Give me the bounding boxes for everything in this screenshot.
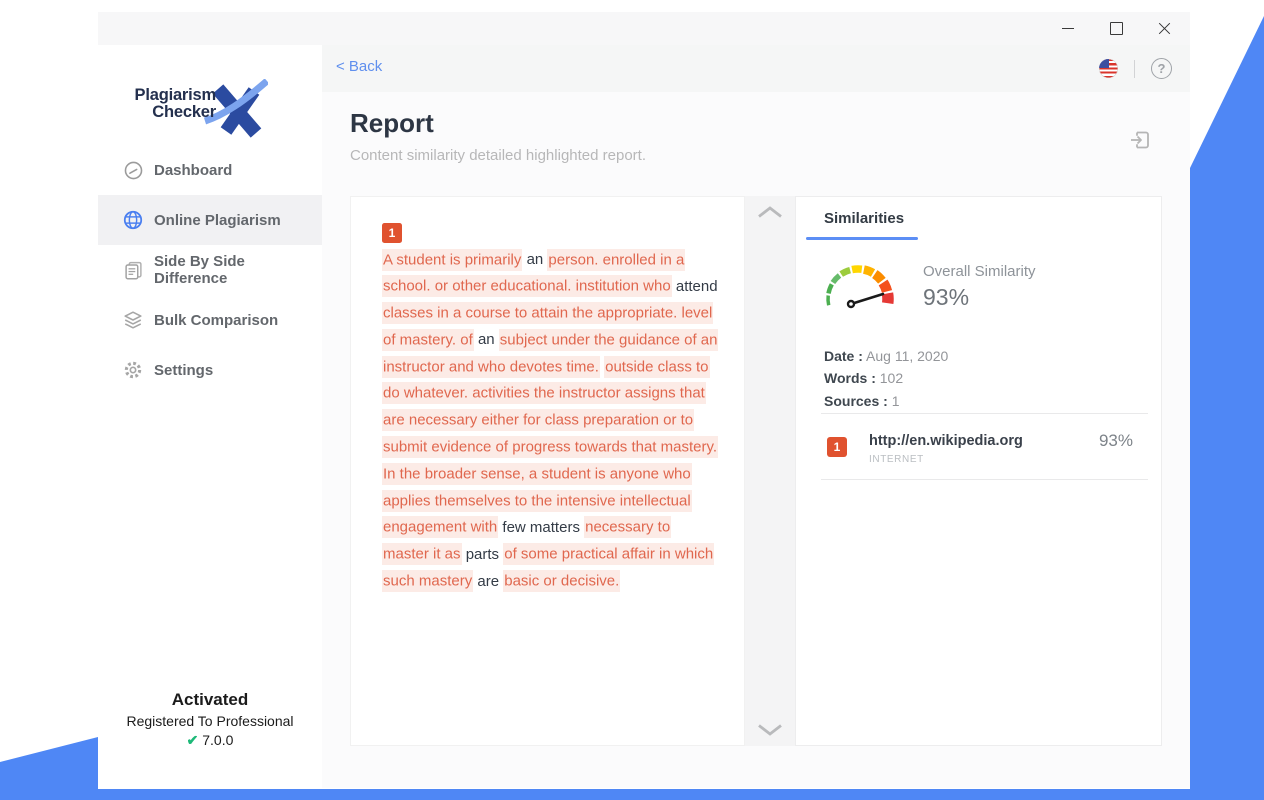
check-icon: ✔ [186, 732, 199, 748]
sidebar-item-label: Settings [154, 361, 214, 379]
app-logo: Plagiarism Checker [98, 65, 322, 145]
close-button[interactable] [1140, 12, 1188, 45]
document-text: A student is primarily an person. enroll… [382, 247, 720, 595]
side-by-side-document-icon [123, 260, 143, 280]
activation-title: Activated [171, 690, 249, 709]
topbar: < Back ? [322, 45, 1190, 93]
maximize-button[interactable] [1092, 12, 1140, 45]
plain-text-segment: are [477, 572, 500, 590]
page-title: Report [350, 108, 434, 138]
similarities-panel: Similarities Overall Similarity 93% Date… [795, 196, 1162, 746]
source-type: INTERNET [869, 454, 924, 465]
source-number-badge: 1 [827, 437, 847, 457]
activation-version: ✔ 7.0.0 [186, 732, 234, 748]
maximize-icon [1109, 22, 1123, 35]
page-subtitle: Content similarity detailed highlighted … [350, 147, 646, 164]
export-icon[interactable] [1128, 128, 1152, 152]
divider [821, 479, 1148, 480]
plain-text-segment: parts [465, 545, 500, 563]
globe-icon [123, 210, 143, 230]
highlighted-text-segment: basic or decisive. [503, 570, 621, 593]
source-badge: 1 [382, 223, 402, 243]
sidebar-item-dashboard[interactable]: Dashboard [98, 145, 322, 195]
meta-date-row: Date : Aug 11, 2020 [824, 348, 949, 364]
chevron-down-icon[interactable] [757, 722, 783, 738]
topbar-actions: ? [1099, 45, 1172, 92]
plain-text-segment: attend [675, 277, 718, 295]
meta-words-row: Words : 102 [824, 370, 904, 387]
overall-similarity-label: Overall Similarity [923, 263, 1036, 280]
gear-icon [123, 360, 143, 380]
layers-icon [123, 310, 143, 330]
scroll-rail[interactable] [745, 196, 795, 746]
content-area: Report Content similarity detailed highl… [322, 92, 1190, 788]
us-flag-icon[interactable] [1099, 59, 1118, 78]
report-meta: Date : Aug 11, 2020 Words : 102 Sources … [824, 345, 948, 412]
plain-text-segment: few matters [502, 518, 580, 536]
minimize-icon [1062, 28, 1074, 29]
sidebar-item-side-by-side[interactable]: Side By Side Difference [98, 245, 322, 295]
logo-text: Plagiarism Checker [134, 86, 217, 121]
tab-underline [806, 237, 918, 240]
plain-text-segment: an [477, 331, 495, 349]
chevron-up-icon[interactable] [757, 204, 783, 220]
back-link[interactable]: < Back [336, 58, 382, 75]
screen: Plagiarism Checker Dashboard Online Plag… [0, 0, 1264, 800]
sidebar-item-label: Online Plagiarism [154, 211, 281, 229]
minimize-button[interactable] [1044, 12, 1092, 45]
divider [821, 413, 1148, 414]
document-panel: 1 A student is primarily an person. enro… [350, 196, 745, 746]
dashboard-icon [123, 160, 143, 180]
sidebar: Plagiarism Checker Dashboard Online Plag… [98, 45, 323, 788]
sidebar-item-label: Side By Side Difference [154, 253, 245, 287]
tab-similarities[interactable]: Similarities [824, 210, 904, 227]
titlebar [98, 12, 1190, 46]
activation-status: Activated Registered To Professional ✔ 7… [98, 690, 322, 749]
sidebar-item-online-plagiarism[interactable]: Online Plagiarism [98, 195, 322, 245]
close-icon [1158, 22, 1171, 35]
overall-similarity-value: 93% [923, 284, 970, 310]
activation-registered: Registered To Professional [126, 713, 294, 729]
meta-sources-row: Sources : 1 [824, 392, 900, 409]
source-url[interactable]: http://en.wikipedia.org [869, 433, 1023, 449]
sidebar-item-bulk-comparison[interactable]: Bulk Comparison [98, 295, 322, 345]
source-percent: 93% [1098, 431, 1133, 450]
plain-text-segment: an [526, 251, 544, 268]
gauge-icon [826, 265, 894, 309]
sidebar-item-label: Dashboard [154, 161, 233, 179]
sidebar-item-settings[interactable]: Settings [98, 345, 322, 395]
sidebar-item-label: Bulk Comparison [154, 311, 279, 329]
help-button[interactable]: ? [1151, 58, 1172, 79]
highlighted-text-segment: A student is primarily [382, 248, 523, 271]
window-controls [1044, 12, 1188, 45]
topbar-divider [1134, 59, 1135, 78]
app-window: Plagiarism Checker Dashboard Online Plag… [98, 12, 1190, 788]
